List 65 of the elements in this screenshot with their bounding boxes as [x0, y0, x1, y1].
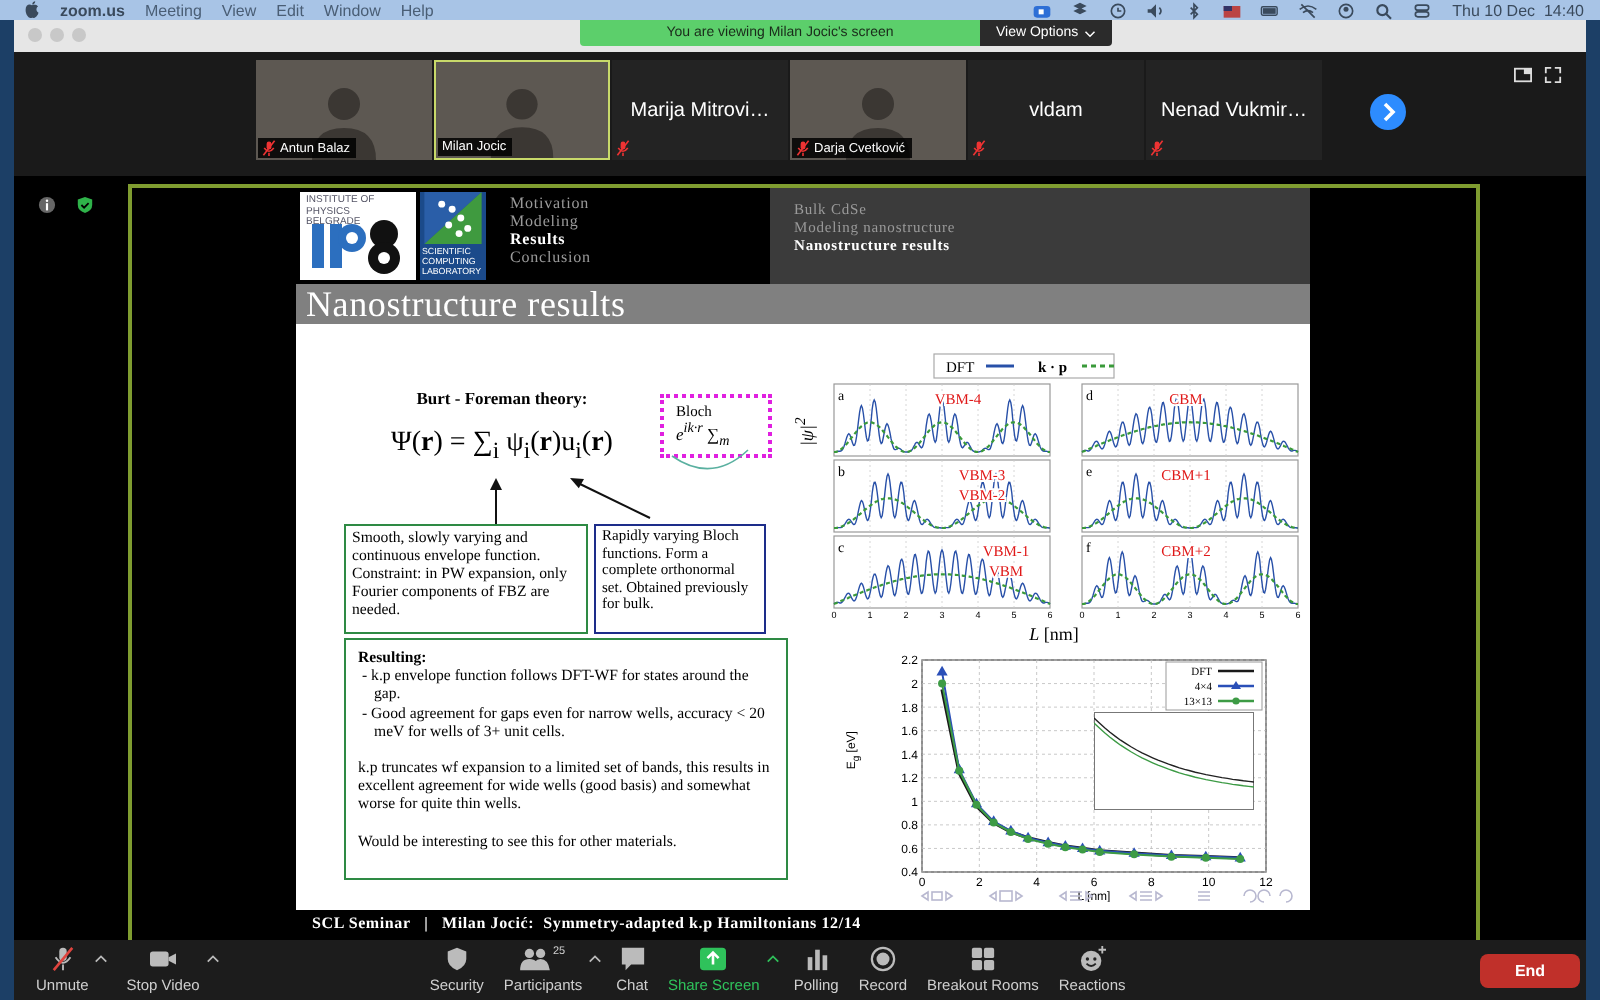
menu-item[interactable]: View — [221, 1, 257, 19]
caret-up-icon[interactable] — [205, 954, 220, 964]
muted-microphone-icon — [47, 946, 78, 972]
gallery-view-icon[interactable] — [1514, 66, 1532, 84]
menu-item[interactable]: Meeting — [144, 1, 202, 19]
section-link[interactable]: Conclusion — [510, 248, 591, 266]
search-icon[interactable] — [1374, 1, 1395, 19]
participant-name: Nenad Vukmir… — [1161, 99, 1307, 121]
flag-icon[interactable] — [1222, 1, 1243, 19]
solid-line-swatch — [986, 364, 1014, 368]
menu-bar-clock[interactable]: Thu 10 Dec 14:40 — [1452, 1, 1584, 19]
participant-name: Marija Mitrovi… — [630, 99, 770, 121]
chat-icon — [617, 946, 648, 972]
caret-up-icon[interactable] — [588, 954, 603, 964]
box-icon[interactable] — [1070, 1, 1091, 19]
fullscreen-icon[interactable] — [1544, 66, 1562, 84]
speaker-icon[interactable] — [1146, 1, 1167, 19]
menu-item[interactable]: Edit — [276, 1, 304, 19]
next-page-button[interactable] — [1370, 94, 1406, 130]
people-icon — [520, 946, 551, 972]
legend-swatch — [1218, 681, 1254, 689]
arrow — [490, 478, 502, 525]
slide-footer: SCL Seminar | Milan Jocić: Symmetry-adapted k.p Hamiltonians 12/14 — [312, 914, 861, 932]
shield-check-icon[interactable] — [76, 196, 94, 214]
menu-item[interactable]: Window — [323, 1, 381, 19]
section-link[interactable]: Modeling — [510, 212, 591, 230]
data-point — [938, 679, 947, 688]
section-link[interactable]: Motivation — [510, 194, 591, 212]
caret-up-icon[interactable] — [765, 954, 780, 964]
formula: Ψ(r) = ∑$_{i}$ ψ$_{i}$(r)u$_{i}$(r) — [391, 428, 613, 464]
smiley-icon — [1077, 946, 1108, 972]
institute-logo-drawing — [300, 192, 416, 280]
participant-tile[interactable]: Marija Mitrovi… — [612, 60, 788, 160]
data-point — [936, 665, 948, 676]
dots-logo-icon — [420, 192, 486, 244]
axis-label: L [nm] — [1029, 624, 1079, 644]
legend-swatch — [1218, 697, 1254, 705]
video-camera-icon — [148, 946, 179, 972]
theory-heading: Burt - Foreman theory: — [416, 388, 588, 408]
video-camera-icon[interactable] — [1032, 1, 1053, 19]
leader-line — [671, 449, 749, 470]
menu-item[interactable]: Help — [400, 1, 434, 19]
clock-icon[interactable] — [1108, 1, 1129, 19]
arrow — [570, 478, 651, 519]
grid-icon — [967, 946, 998, 972]
end-meeting-button[interactable]: End — [1480, 953, 1580, 987]
control-center-icon[interactable] — [1412, 1, 1433, 19]
record-icon — [867, 946, 898, 972]
chevron-down-icon — [1084, 29, 1097, 37]
share-screen-icon — [698, 946, 729, 972]
section-link[interactable]: Results — [510, 230, 591, 248]
participant-tile[interactable]: Nenad Vukmir… — [1146, 60, 1322, 160]
participant-name: vldam — [1029, 99, 1083, 121]
caret-up-icon[interactable] — [94, 954, 109, 964]
legend-box — [1165, 661, 1263, 711]
bloch-expression: e$^{ik·r}$ ∑$_{m}$ — [676, 420, 732, 450]
slide-title: Nanostructure results — [306, 283, 626, 325]
app-menu[interactable]: zoom.us — [60, 1, 125, 19]
info-icon[interactable] — [38, 196, 56, 214]
participant-tile[interactable]: vldam — [968, 60, 1144, 160]
apple-logo-icon[interactable] — [24, 0, 40, 20]
wifi-off-icon[interactable] — [1298, 1, 1319, 19]
dashed-line-swatch — [1082, 364, 1114, 368]
user-icon[interactable] — [1336, 1, 1357, 19]
battery-icon[interactable] — [1260, 1, 1281, 19]
